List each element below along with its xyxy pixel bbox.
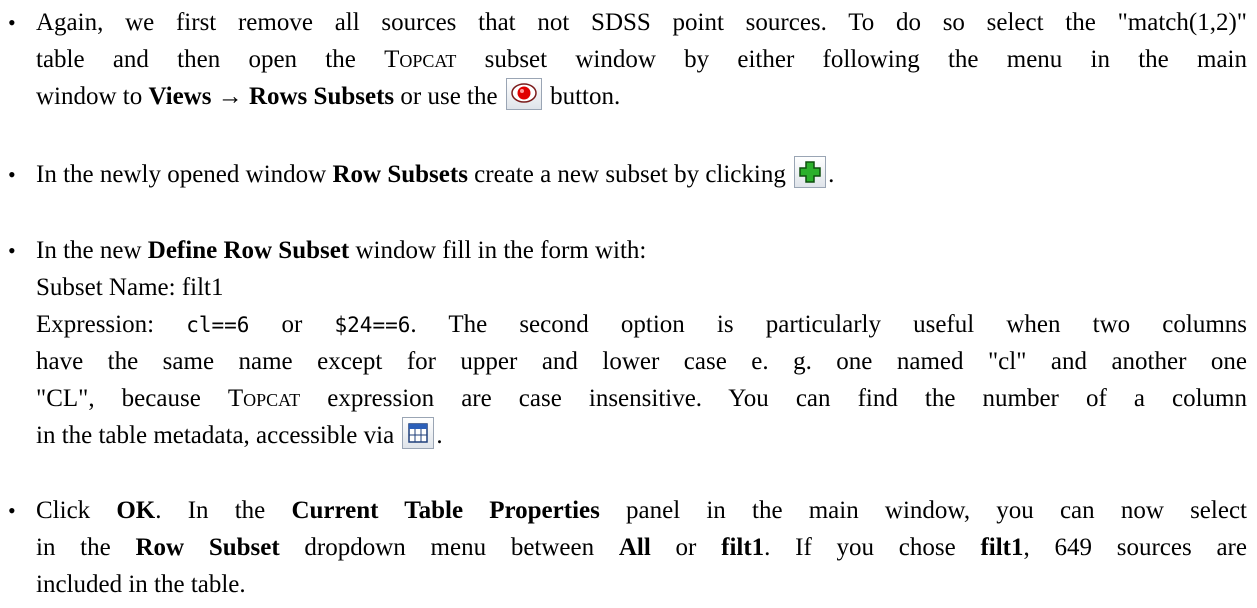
topcat-name: Topcat (384, 46, 457, 73)
text: window fill in the form with: (349, 237, 647, 264)
arrow: → (217, 83, 243, 110)
text-line: in the table metadata, accessible via . (36, 417, 443, 454)
text-line: Subset Name: filt1 (36, 269, 223, 306)
text: "CL", because (36, 385, 228, 412)
text: . The second option is particularly usef… (410, 311, 1247, 338)
row-subset-label: Row Subset (135, 534, 280, 561)
green-plus-icon (799, 161, 821, 183)
text: panel in the main window, you can now se… (599, 497, 1247, 524)
code-expression-2: $24==6 (334, 313, 411, 337)
text: Click (36, 497, 117, 524)
text: in the table metadata, accessible via (36, 422, 401, 449)
text-line: in the Row Subset dropdown menu between … (36, 529, 1247, 566)
panel-current-table-properties: Current Table Properties (291, 497, 600, 524)
subsets-button[interactable] (505, 78, 542, 110)
window-define-row-subset: Define Row Subset (147, 237, 350, 264)
text: Subset Name: filt1 (36, 274, 224, 301)
text: . If you chose (764, 534, 981, 561)
text-line: Again, we first remove all sources that … (36, 4, 1247, 41)
ok-label: OK (116, 497, 156, 524)
bullet: • (8, 238, 16, 263)
text-line: "CL", because Topcat expression are case… (36, 380, 1247, 417)
table-metadata-button[interactable] (402, 417, 435, 449)
option-all: All (618, 534, 651, 561)
bullet: • (8, 162, 16, 187)
text-line: table and then open the Topcat subset wi… (36, 41, 1247, 78)
text-line: included in the table. (36, 566, 246, 603)
add-subset-button[interactable] (794, 156, 827, 188)
text: . (436, 422, 443, 449)
text: in the (36, 534, 136, 561)
text: or (650, 534, 722, 561)
text: or (249, 311, 335, 338)
text: dropdown menu between (279, 534, 619, 561)
text: subset window by either following the me… (456, 46, 1247, 73)
text: Again, we first remove all sources that … (36, 9, 1247, 36)
code-expression-1: cl==6 (186, 313, 250, 337)
text: . (828, 161, 835, 188)
text: have the same name except for upper and … (36, 348, 1247, 375)
bullet: • (8, 498, 16, 523)
bullet: • (8, 10, 16, 35)
text: included in the table. (36, 571, 246, 598)
text: Expression: (36, 311, 187, 338)
window-row-subsets: Row Subsets (332, 161, 468, 188)
text-line: Click OK. In the Current Table Propertie… (36, 492, 1247, 529)
menu-rows-subsets: Rows Subsets (248, 83, 395, 110)
topcat-name: Topcat (227, 385, 301, 412)
text-line: have the same name except for upper and … (36, 343, 1247, 380)
subsets-eye-icon (511, 83, 537, 103)
text: button. (543, 83, 621, 110)
text-line: In the newly opened window Row Subsets c… (36, 156, 834, 193)
text: , 649 sources are (1023, 534, 1247, 561)
table-metadata-icon (408, 423, 429, 443)
text-line: In the new Define Row Subset window fill… (36, 232, 646, 269)
text-line: Expression: cl==6 or $24==6. The second … (36, 306, 1247, 344)
option-filt1: filt1 (980, 534, 1024, 561)
menu-views: Views (148, 83, 212, 110)
text-line: window to Views → Rows Subsets or use th… (36, 78, 620, 115)
text: window to (36, 83, 149, 110)
text: table and then open the (36, 46, 385, 73)
text: In the newly opened window (36, 161, 333, 188)
text: create a new subset by clicking (467, 161, 793, 188)
text: expression are case insensitive. You can… (300, 385, 1247, 412)
text: In the new (36, 237, 148, 264)
text: or use the (394, 83, 504, 110)
text: . In the (155, 497, 292, 524)
option-filt1: filt1 (721, 534, 765, 561)
